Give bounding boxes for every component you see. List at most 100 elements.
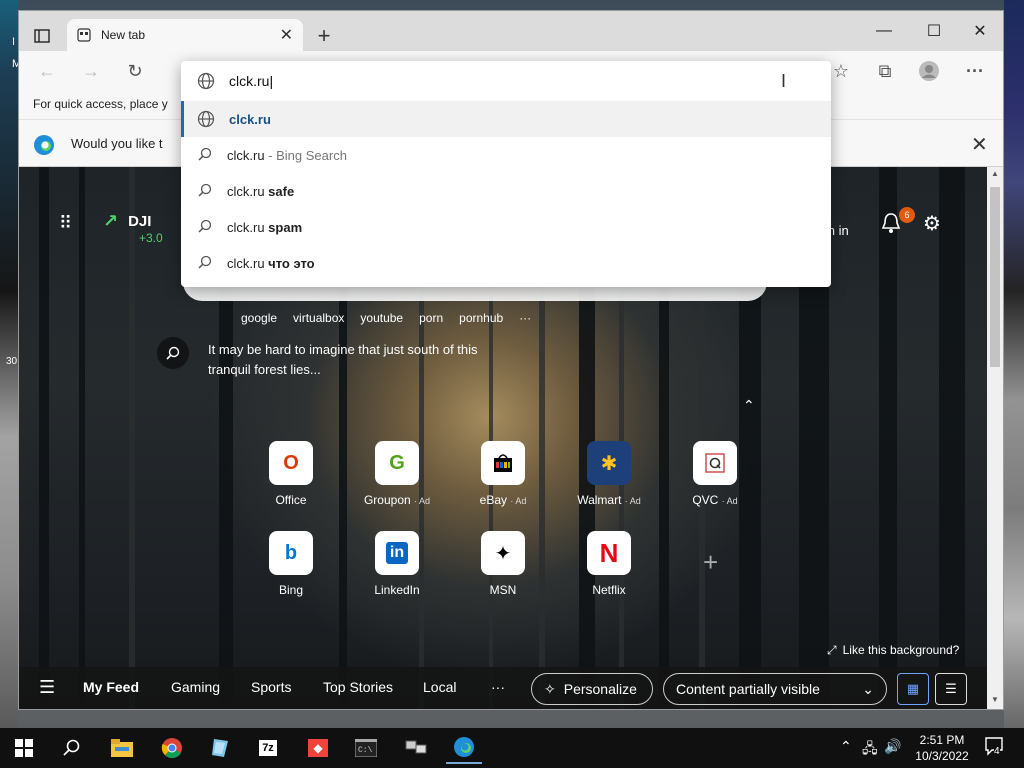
globe-icon	[197, 110, 215, 128]
notification-center-button[interactable]: 4	[984, 736, 1008, 760]
hamburger-menu-icon[interactable]: ☰	[39, 677, 55, 698]
address-input[interactable]: clck.ru |	[181, 61, 831, 101]
chrome-icon[interactable]	[154, 732, 190, 764]
desktop-icon-label: 30	[6, 356, 18, 367]
grid-view-button[interactable]: ▦	[897, 673, 929, 705]
new-tab-button[interactable]: +	[309, 21, 339, 51]
feed-tab-my-feed[interactable]: My Feed	[83, 679, 139, 695]
page-scrollbar[interactable]: ▲ ▼	[987, 167, 1003, 709]
suggestion-text: clck.ru	[229, 111, 271, 127]
list-view-button[interactable]: ☰	[935, 673, 967, 705]
clock-date: 10/3/2022	[915, 749, 969, 763]
suggestion-item[interactable]: clck.ru safe	[181, 173, 831, 209]
quick-link[interactable]: virtualbox	[293, 311, 344, 325]
tab-actions-icon	[34, 29, 50, 43]
image-search-button[interactable]	[157, 337, 189, 369]
feed-more-icon[interactable]: ···	[491, 679, 505, 695]
content-visibility-label: Content partially visible	[676, 681, 820, 697]
address-bar-dropdown: clck.ru | I clck.ru clck.ru - Bing Search…	[181, 61, 831, 287]
scroll-up-icon[interactable]: ▲	[991, 169, 999, 178]
forward-button[interactable]: →	[75, 55, 107, 87]
suggestion-item[interactable]: clck.ru	[181, 101, 831, 137]
suggestion-item[interactable]: clck.ru spam	[181, 209, 831, 245]
maximize-button[interactable]: ☐	[911, 17, 957, 45]
minimize-button[interactable]: —	[861, 17, 907, 45]
quick-link[interactable]: porn	[419, 311, 443, 325]
feed-bar: ☰ My Feed Gaming Sports Top Stories Loca…	[19, 667, 987, 709]
top-site-tile[interactable]: O Office	[251, 441, 331, 507]
app-icon[interactable]	[202, 732, 238, 764]
svg-text:C:\: C:\	[358, 746, 373, 755]
top-site-tile[interactable]: G Groupon · Ad	[357, 441, 437, 507]
add-site-icon[interactable]: +	[703, 547, 718, 578]
text-cursor-icon: I	[781, 71, 787, 91]
terminal-icon[interactable]: C:\	[348, 732, 384, 764]
content-visibility-dropdown[interactable]: Content partially visible ⌄	[663, 673, 887, 705]
taskbar: 7z ◆ C:\ ⌃ 🖧 🔊 2:51 PM 10/3/2022 4	[0, 728, 1024, 768]
like-background-link[interactable]: ⤢ Like this background?	[827, 643, 959, 658]
expand-icon: ⤢	[827, 643, 837, 657]
windows-logo-icon	[15, 739, 33, 757]
chevron-up-tray-icon[interactable]: ⌃	[840, 738, 852, 755]
top-site-tile[interactable]: QVC · Ad	[675, 441, 755, 507]
trend-up-icon: ↗	[103, 211, 119, 231]
search-icon	[198, 183, 212, 197]
close-tab-icon[interactable]: ✕	[280, 25, 293, 45]
suggestion-item[interactable]: clck.ru что это	[181, 245, 831, 281]
top-site-tile[interactable]: eBay · Ad	[463, 441, 543, 507]
search-icon	[198, 219, 212, 233]
refresh-button[interactable]: ↻	[119, 55, 151, 87]
ticker-change: +3.0	[139, 231, 163, 245]
office-icon: O	[269, 441, 313, 485]
start-button[interactable]	[6, 732, 42, 764]
file-explorer-icon[interactable]	[104, 732, 140, 764]
personalize-button[interactable]: ✧ Personalize	[531, 673, 653, 705]
more-links-icon[interactable]: ···	[519, 311, 531, 325]
search-button[interactable]	[54, 732, 90, 764]
suggestion-item[interactable]: clck.ru - Bing Search	[181, 137, 831, 173]
tab-new-tab[interactable]: New tab ✕	[67, 19, 303, 51]
apps-grid-icon[interactable]: ⠿	[59, 213, 72, 234]
tile-label: eBay · Ad	[479, 493, 527, 507]
feed-tab-sports[interactable]: Sports	[251, 679, 291, 695]
network-icon[interactable]	[398, 732, 434, 764]
edge-taskbar-icon[interactable]	[446, 732, 482, 764]
settings-more-button[interactable]: ···	[959, 55, 991, 87]
quick-link[interactable]: pornhub	[459, 311, 503, 325]
address-value: clck.ru	[229, 73, 270, 89]
network-tray-icon[interactable]: 🖧	[862, 738, 878, 762]
personalize-label: Personalize	[563, 681, 637, 697]
top-site-tile[interactable]: ✦ MSN	[463, 531, 543, 597]
chevron-up-icon[interactable]: ⌃	[743, 397, 755, 414]
back-button[interactable]: ←	[31, 55, 63, 87]
quick-link[interactable]: google	[241, 311, 277, 325]
msn-icon: ✦	[481, 531, 525, 575]
clock[interactable]: 2:51 PM 10/3/2022	[902, 732, 982, 764]
feed-tab-local[interactable]: Local	[423, 679, 456, 695]
anydesk-icon[interactable]: ◆	[300, 732, 336, 764]
profile-avatar-icon	[919, 61, 939, 81]
stock-ticker[interactable]: ↗ DJI	[103, 211, 151, 232]
search-icon	[166, 346, 180, 360]
close-infobar-icon[interactable]: ✕	[971, 132, 988, 157]
tab-actions-button[interactable]	[25, 19, 59, 53]
top-site-tile[interactable]: in LinkedIn	[357, 531, 437, 597]
top-site-tile[interactable]: b Bing	[251, 531, 331, 597]
volume-icon[interactable]: 🔊	[884, 738, 901, 755]
feed-tab-gaming[interactable]: Gaming	[171, 679, 220, 695]
new-tab-icon	[77, 28, 91, 42]
scroll-down-icon[interactable]: ▼	[991, 695, 999, 704]
collections-icon[interactable]: ⧉	[869, 55, 901, 87]
quick-link[interactable]: youtube	[360, 311, 403, 325]
7zip-icon[interactable]: 7z	[250, 732, 286, 764]
qvc-icon	[693, 441, 737, 485]
image-caption[interactable]: It may be hard to imagine that just sout…	[208, 340, 478, 380]
top-site-tile[interactable]: N Netflix	[569, 531, 649, 597]
profile-button[interactable]	[913, 55, 945, 87]
feed-tab-top-stories[interactable]: Top Stories	[323, 679, 393, 695]
top-site-tile[interactable]: ✱ Walmart · Ad	[569, 441, 649, 507]
tile-label: Bing	[278, 583, 304, 597]
close-window-button[interactable]: ✕	[957, 17, 1003, 45]
gear-icon[interactable]: ⚙	[923, 211, 941, 236]
scroll-thumb[interactable]	[990, 187, 1000, 367]
